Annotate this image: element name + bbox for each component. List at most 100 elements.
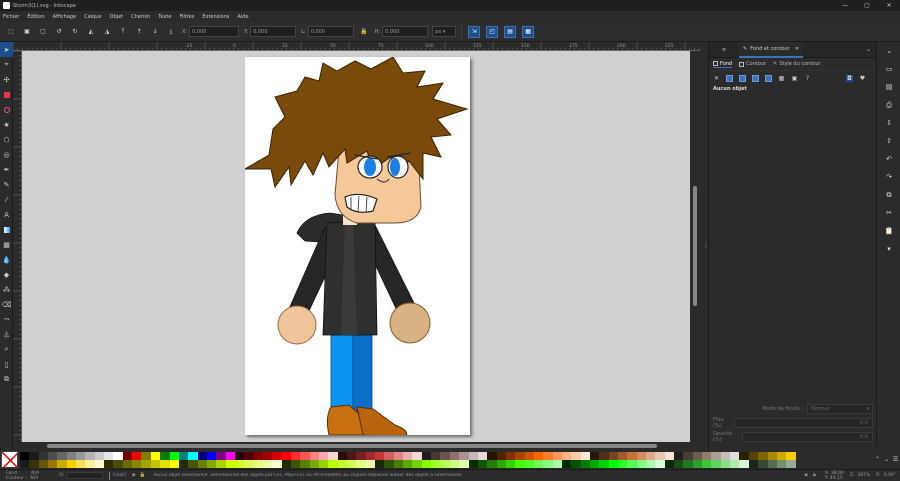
menu-objet[interactable]: Objet bbox=[110, 14, 124, 20]
color-swatch[interactable] bbox=[711, 451, 721, 460]
color-swatch[interactable] bbox=[646, 451, 656, 460]
zoom-value[interactable]: 387% bbox=[857, 473, 870, 478]
color-swatch[interactable] bbox=[786, 459, 796, 468]
lower-to-bottom-icon[interactable]: ⤓ bbox=[166, 27, 176, 37]
color-swatch[interactable] bbox=[197, 459, 207, 468]
flat-color-icon[interactable] bbox=[726, 74, 733, 82]
color-swatch[interactable] bbox=[431, 459, 441, 468]
color-swatch[interactable] bbox=[468, 459, 478, 468]
color-swatch[interactable] bbox=[94, 459, 105, 468]
color-swatch[interactable] bbox=[347, 459, 357, 468]
color-swatch[interactable] bbox=[589, 459, 600, 468]
color-swatch[interactable] bbox=[608, 451, 618, 460]
color-swatch[interactable] bbox=[636, 451, 647, 460]
y-input[interactable]: 0,000 bbox=[250, 26, 297, 37]
color-swatch[interactable] bbox=[57, 459, 67, 468]
palette-menu-icon[interactable]: ☰ bbox=[891, 456, 900, 463]
color-swatch[interactable] bbox=[85, 459, 95, 468]
color-swatch[interactable] bbox=[683, 451, 693, 460]
copy-icon[interactable]: ⧉ bbox=[877, 186, 900, 204]
color-swatch[interactable] bbox=[431, 451, 441, 460]
horizontal-scrollbar[interactable] bbox=[22, 442, 700, 450]
color-swatch[interactable] bbox=[216, 459, 226, 468]
color-swatch[interactable] bbox=[543, 459, 553, 468]
color-swatch[interactable] bbox=[113, 451, 123, 460]
color-swatch[interactable] bbox=[393, 459, 404, 468]
color-swatch[interactable] bbox=[505, 451, 516, 460]
color-swatch[interactable] bbox=[169, 459, 179, 468]
color-swatch[interactable] bbox=[496, 459, 506, 468]
color-swatch[interactable] bbox=[132, 451, 142, 460]
color-swatch[interactable] bbox=[730, 451, 740, 460]
radial-gradient-icon[interactable] bbox=[752, 74, 759, 82]
color-swatch[interactable] bbox=[477, 451, 488, 460]
horizontal-scrollbar-thumb[interactable] bbox=[47, 444, 657, 448]
color-swatch[interactable] bbox=[449, 459, 460, 468]
menu-fichier[interactable]: Fichier bbox=[3, 14, 19, 20]
color-swatch[interactable] bbox=[655, 459, 665, 468]
raise-icon[interactable]: ↑ bbox=[134, 27, 144, 37]
menu-extensions[interactable]: Extensions bbox=[202, 14, 229, 20]
color-swatch[interactable] bbox=[234, 459, 245, 468]
menu-texte[interactable]: Texte bbox=[158, 14, 171, 20]
close-tab-icon[interactable]: ✕ bbox=[795, 46, 799, 52]
transform-patterns-icon[interactable]: ▦ bbox=[522, 25, 535, 38]
new-document-icon[interactable]: ▭ bbox=[877, 60, 900, 78]
color-swatch[interactable] bbox=[272, 459, 282, 468]
palette-scroll-down-icon[interactable]: ⌄ bbox=[882, 456, 891, 463]
menu-affichage[interactable]: Affichage bbox=[53, 14, 77, 20]
select-all-layers-icon[interactable]: ▣ bbox=[22, 27, 32, 37]
color-swatch[interactable] bbox=[132, 459, 142, 468]
color-swatch[interactable] bbox=[599, 459, 609, 468]
color-swatch[interactable] bbox=[543, 451, 553, 460]
zoom-tool-icon[interactable]: ⌕ bbox=[0, 342, 13, 357]
color-swatch[interactable] bbox=[664, 459, 675, 468]
pen-tool-icon[interactable]: ✒ bbox=[0, 162, 13, 177]
color-swatch[interactable] bbox=[160, 451, 170, 460]
color-swatch[interactable] bbox=[262, 451, 273, 460]
rotation-value[interactable]: 0,00° bbox=[884, 473, 896, 478]
color-swatch[interactable] bbox=[38, 459, 49, 468]
dock-resize-handle[interactable]: ⋮ bbox=[700, 42, 709, 450]
menu-edition[interactable]: Édition bbox=[27, 14, 44, 20]
mesh-gradient-icon[interactable] bbox=[765, 74, 772, 82]
color-swatch[interactable] bbox=[104, 451, 114, 460]
color-swatch[interactable] bbox=[674, 459, 684, 468]
color-swatch[interactable] bbox=[561, 459, 572, 468]
rotate-cw-icon[interactable]: ↻ bbox=[70, 27, 80, 37]
color-swatch[interactable] bbox=[309, 459, 319, 468]
color-swatch[interactable] bbox=[477, 459, 488, 468]
color-swatch[interactable] bbox=[618, 459, 628, 468]
color-swatch[interactable] bbox=[758, 459, 768, 468]
color-swatch[interactable] bbox=[272, 451, 282, 460]
color-swatch[interactable] bbox=[104, 459, 114, 468]
calligraphy-tool-icon[interactable]: ⁄ bbox=[0, 192, 13, 207]
x-input[interactable]: 0,000 bbox=[189, 26, 240, 37]
subtab-stroke[interactable]: Contour bbox=[739, 61, 766, 67]
lpe-tool-icon[interactable]: ⧉ bbox=[0, 372, 13, 387]
import-icon[interactable]: ⇩ bbox=[877, 114, 900, 132]
lock-icon[interactable]: 🔓 bbox=[140, 473, 146, 478]
color-swatch[interactable] bbox=[748, 459, 759, 468]
eye-icon[interactable]: ◉ bbox=[132, 473, 136, 478]
rectangle-tool-icon[interactable] bbox=[0, 87, 13, 102]
color-swatch[interactable] bbox=[29, 451, 39, 460]
color-swatch[interactable] bbox=[337, 451, 348, 460]
color-swatch[interactable] bbox=[319, 451, 329, 460]
color-swatch[interactable] bbox=[487, 451, 497, 460]
3d-box-tool-icon[interactable]: ⬡ bbox=[0, 132, 13, 147]
color-swatch[interactable] bbox=[122, 459, 133, 468]
color-swatch[interactable] bbox=[365, 459, 376, 468]
blur-slider[interactable]: 0,0 bbox=[733, 418, 873, 428]
color-swatch[interactable] bbox=[309, 451, 319, 460]
color-swatch[interactable] bbox=[776, 451, 787, 460]
color-swatch[interactable] bbox=[328, 459, 338, 468]
color-swatch[interactable] bbox=[206, 459, 217, 468]
unit-select[interactable]: px ▾ bbox=[432, 26, 457, 37]
canvas[interactable] bbox=[22, 51, 690, 442]
dock-menu-chevron-icon[interactable]: ⌄ bbox=[866, 46, 876, 53]
rotate-ccw-icon[interactable]: ↺ bbox=[54, 27, 64, 37]
palette-scroll-up-icon[interactable]: ⌃ bbox=[873, 456, 882, 463]
color-swatch[interactable] bbox=[48, 451, 58, 460]
color-swatch[interactable] bbox=[76, 459, 86, 468]
